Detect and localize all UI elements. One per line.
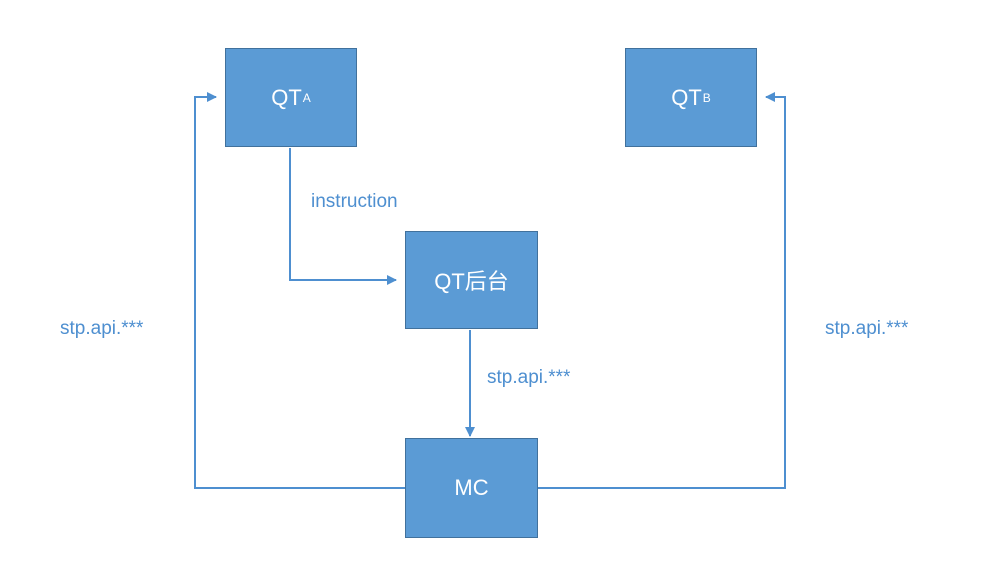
node-mc: MC <box>405 438 538 538</box>
edge-label-mc-to-qt-b: stp.api.*** <box>825 318 909 339</box>
node-qt-backend-label: QT后台 <box>434 269 509 294</box>
node-qt-backend: QT后台 <box>405 231 538 329</box>
diagram: QT A QT B QT后台 MC instruction stp.api.*** … <box>0 0 981 562</box>
node-qt-a: QT A <box>225 48 357 147</box>
node-qt-a-label: QT <box>271 84 302 110</box>
node-mc-label: MC <box>454 475 489 500</box>
edge-mc-to-qt-a <box>194 92 406 489</box>
node-qt-a-subscript: A <box>302 90 311 105</box>
node-qt-b-subscript: B <box>702 90 711 105</box>
edge-label-instruction: instruction <box>311 191 398 212</box>
node-qt-b: QT B <box>625 48 757 147</box>
edge-label-mc-to-qt-a: stp.api.*** <box>60 318 144 339</box>
edge-mc-to-qt-b <box>538 92 786 489</box>
edge-qt-a-to-backend <box>289 148 397 285</box>
node-qt-b-label: QT <box>671 84 702 110</box>
edge-label-backend-to-mc: stp.api.*** <box>487 367 571 388</box>
